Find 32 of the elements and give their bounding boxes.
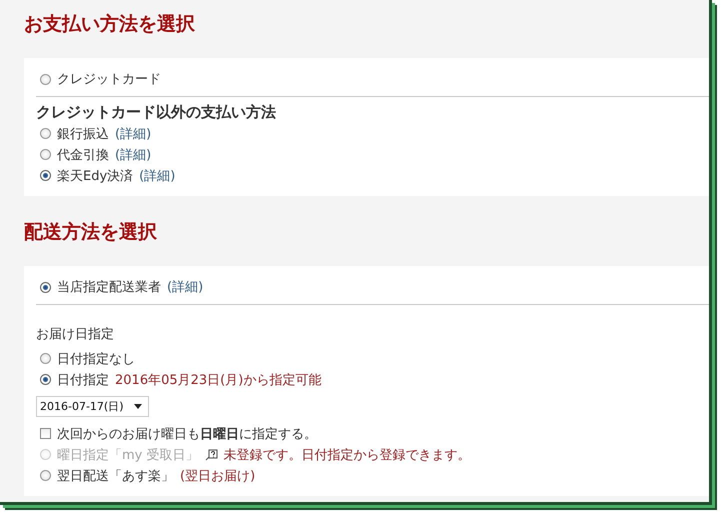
section-title: お支払い方法を選択 — [24, 12, 196, 37]
option-label: 楽天Edy決済 — [57, 168, 134, 184]
option-label: クレジットカード — [57, 71, 161, 88]
section-title: 配送方法を選択 — [24, 220, 158, 245]
details-link[interactable]: (詳細) — [167, 278, 204, 296]
option-label: 当店指定配送業者 — [57, 279, 161, 296]
caret-icon — [134, 404, 142, 409]
radio-button[interactable] — [40, 470, 51, 481]
subheading: クレジットカード以外の支払い方法 — [36, 103, 277, 123]
radio-button[interactable] — [40, 128, 51, 139]
radio-button[interactable] — [40, 170, 51, 181]
option-label: 日付指定なし — [57, 350, 135, 368]
status-note: 未登録です。日付指定から登録できます。 — [224, 446, 470, 464]
option-label: 曜日指定「my 受取日」 — [57, 446, 198, 464]
radio-button[interactable] — [40, 374, 51, 385]
option-label: 日付指定 — [57, 372, 109, 388]
checkbox-label: 次回からのお届け曜日も日曜日に指定する。 — [57, 426, 317, 442]
details-link[interactable]: (詳細) — [115, 124, 152, 142]
radio-button[interactable] — [40, 282, 51, 292]
radio-button[interactable] — [40, 149, 51, 160]
status-note: (翌日お届け) — [180, 468, 256, 484]
radio-button[interactable] — [40, 74, 51, 84]
option-label: 翌日配送「あす楽」 — [57, 468, 174, 484]
checkbox[interactable] — [40, 428, 51, 439]
option-label: 代金引換 — [57, 146, 109, 164]
availability-note: 2016年05月23日(月)から指定可能 — [115, 372, 322, 388]
field-label: お届け日指定 — [36, 326, 115, 344]
details-link[interactable]: (詳細) — [139, 166, 176, 184]
option-label: 銀行振込 — [57, 126, 109, 142]
radio-button[interactable] — [40, 353, 51, 364]
date-dropdown[interactable]: 2016-07-17(日) — [36, 396, 149, 417]
details-link[interactable]: (詳細) — [115, 146, 152, 164]
